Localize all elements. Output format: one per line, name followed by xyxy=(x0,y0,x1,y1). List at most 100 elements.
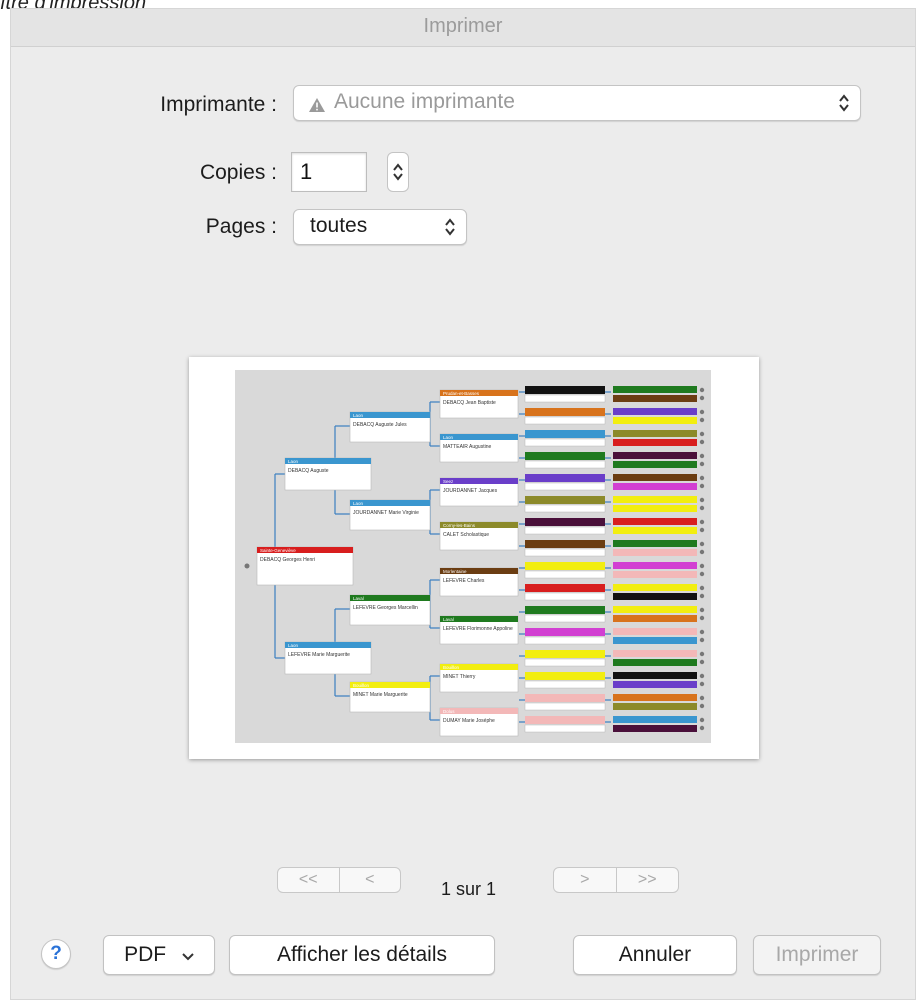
ancestor-bar-name xyxy=(524,460,606,469)
ancestor-bar xyxy=(525,386,605,394)
ancestor-bar-name xyxy=(524,548,606,557)
expand-dot-icon xyxy=(699,409,705,415)
person-place-text: Laon xyxy=(353,413,364,418)
select-arrows-icon xyxy=(444,218,456,236)
person-name-text: LEFEVRE Charles xyxy=(443,578,485,584)
dialog-title: Imprimer xyxy=(11,9,915,47)
prev-page-button[interactable]: < xyxy=(338,868,401,892)
person-place-text: Laval xyxy=(353,596,364,601)
pdf-menu-button[interactable]: PDF xyxy=(103,935,215,975)
select-arrows-icon xyxy=(838,94,850,112)
pages-select[interactable]: toutes xyxy=(293,209,467,245)
ancestor-bar xyxy=(525,606,605,614)
print-dialog: Imprimer Imprimante : Aucune imprimante … xyxy=(10,8,916,1000)
ancestor-bar xyxy=(613,571,697,578)
ancestor-bar xyxy=(613,452,697,459)
expand-dot-icon xyxy=(699,651,705,657)
expand-dot-icon xyxy=(699,461,705,467)
expand-dot-icon xyxy=(699,387,705,393)
ancestor-bar-name xyxy=(524,680,606,689)
person-name-text: MINET Thierry xyxy=(443,674,476,680)
expand-dot-icon xyxy=(699,483,705,489)
ancestor-bar xyxy=(613,527,697,534)
ancestor-bar-name xyxy=(524,570,606,579)
family-tree-preview: Sainte-Geneviève DEBACQ Georges Henri Laon… xyxy=(235,370,711,743)
ancestor-bar xyxy=(613,584,697,591)
show-details-button[interactable]: Afficher les détails xyxy=(229,935,495,975)
person-name-text: LEFEVRE Florimonne Appoline xyxy=(443,626,513,632)
expand-dot-icon xyxy=(699,695,705,701)
person-name-text: JOURDANNET Marie Virginie xyxy=(353,510,419,516)
ancestor-bar xyxy=(525,496,605,504)
copies-input[interactable]: 1 xyxy=(291,152,367,192)
page-nav-back: << < xyxy=(277,867,401,893)
ancestor-bar xyxy=(613,637,697,644)
person-name-text: DEBACQ Auguste Jules xyxy=(353,422,407,428)
first-page-button[interactable]: << xyxy=(278,868,339,892)
cancel-button[interactable]: Annuler xyxy=(573,935,737,975)
ancestor-bar-name xyxy=(524,438,606,447)
expand-dot-icon xyxy=(699,505,705,511)
person-place-text: Laon xyxy=(288,459,299,464)
ancestor-bar-name xyxy=(524,724,606,733)
ancestor-bar xyxy=(525,540,605,548)
ancestor-bar xyxy=(525,430,605,438)
person-name-text: MINET Marie Marguerite xyxy=(353,692,408,698)
expand-dot-icon xyxy=(699,681,705,687)
person-name-text: DEBACQ Georges Henri xyxy=(260,557,315,563)
expand-dot-icon xyxy=(699,439,705,445)
expand-dot-icon xyxy=(699,717,705,723)
print-button[interactable]: Imprimer xyxy=(753,935,881,975)
warning-triangle-icon xyxy=(308,95,326,119)
person-name-text: LEFEVRE Georges Marcellin xyxy=(353,605,418,611)
ancestor-bar-name xyxy=(524,614,606,623)
ancestor-bar xyxy=(613,593,697,600)
person-name-text: DUMAY Marie Joséphe xyxy=(443,718,495,724)
expand-dot-icon xyxy=(699,417,705,423)
expand-dot-icon xyxy=(699,519,705,525)
expand-dot-icon xyxy=(244,563,250,569)
expand-dot-icon xyxy=(699,475,705,481)
printer-select[interactable]: Aucune imprimante xyxy=(293,85,861,121)
ancestor-bar xyxy=(525,672,605,680)
person-name-text: LEFEVRE Marie Marguerite xyxy=(288,652,350,658)
ancestor-bar xyxy=(613,650,697,657)
help-button[interactable]: ? xyxy=(41,939,71,969)
ancestor-bar xyxy=(613,628,697,635)
expand-dot-icon xyxy=(699,585,705,591)
ancestor-bar xyxy=(613,549,697,556)
person-place-text: Bouillon xyxy=(353,683,370,688)
expand-dot-icon xyxy=(699,673,705,679)
ancestor-bar xyxy=(613,386,697,393)
person-place-text: Sainte-Geneviève xyxy=(260,548,296,553)
ancestor-bar-name xyxy=(524,592,606,601)
ancestor-bar xyxy=(613,395,697,402)
person-name-text: DEBACQ Auguste xyxy=(288,468,329,474)
ancestor-bar xyxy=(613,562,697,569)
person-place-text: Bouillon xyxy=(443,665,460,670)
copies-stepper[interactable] xyxy=(387,152,409,192)
expand-dot-icon xyxy=(699,615,705,621)
person-place-text: Laon xyxy=(353,501,364,506)
ancestor-bar xyxy=(613,461,697,468)
expand-dot-icon xyxy=(699,629,705,635)
ancestor-bar xyxy=(613,540,697,547)
person-name-text: CALET Scholastique xyxy=(443,532,489,538)
ancestor-bar xyxy=(613,672,697,679)
ancestor-bar xyxy=(525,694,605,702)
copies-label: Copies : xyxy=(199,161,277,184)
ancestor-bar xyxy=(613,606,697,613)
pdf-label: PDF xyxy=(124,943,167,966)
person-place-text: Seez xyxy=(443,479,454,484)
person-place-text: Morlentaine xyxy=(443,569,467,574)
ancestor-bar xyxy=(613,439,697,446)
person-place-text: Laon xyxy=(443,435,454,440)
last-page-button[interactable]: >> xyxy=(615,868,679,892)
ancestor-bar-name xyxy=(524,702,606,711)
pages-value: toutes xyxy=(310,214,368,237)
ancestor-bar xyxy=(525,716,605,724)
ancestor-bar-name xyxy=(524,504,606,513)
next-page-button[interactable]: > xyxy=(554,868,616,892)
expand-dot-icon xyxy=(699,593,705,599)
ancestor-bar xyxy=(613,474,697,481)
